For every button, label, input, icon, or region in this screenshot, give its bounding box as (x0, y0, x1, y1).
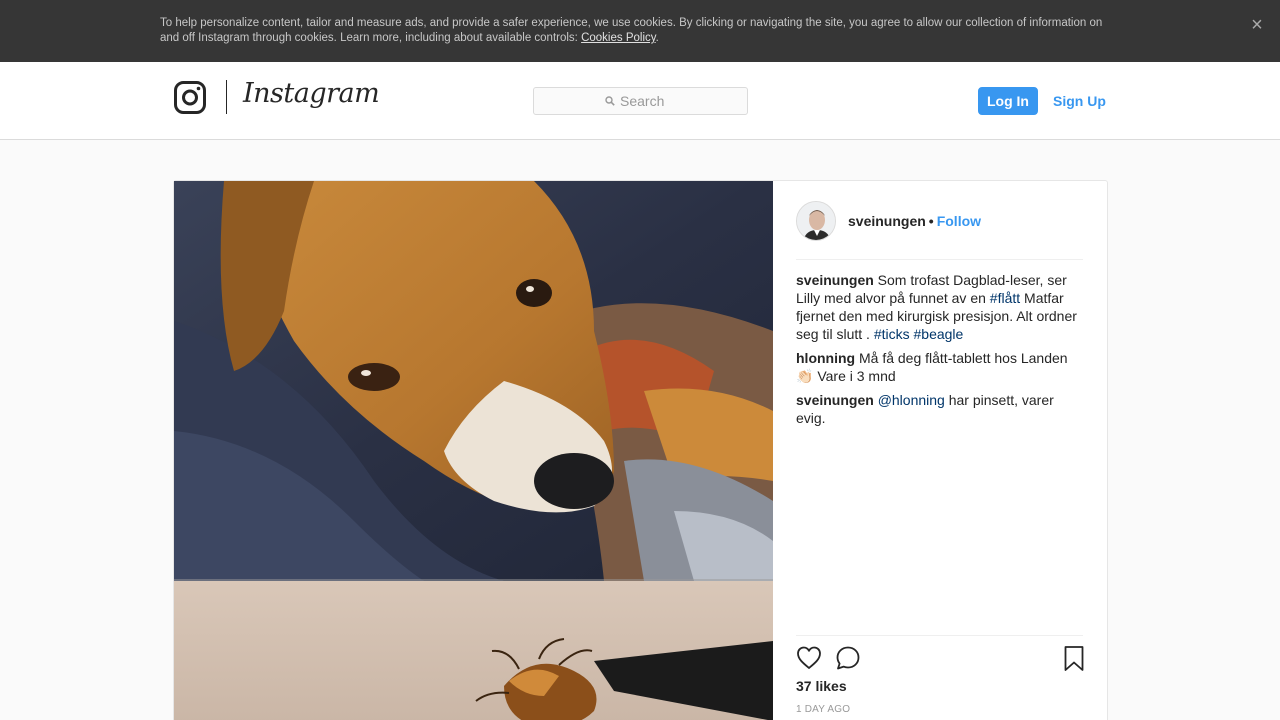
search-icon (605, 96, 615, 106)
hashtag-link[interactable]: #beagle (914, 326, 964, 342)
heart-icon[interactable] (796, 645, 822, 671)
post-card: sveinungen • Follow sveinungen Som trofast… (173, 180, 1108, 720)
top-navbar: Instagram Log In Sign Up (0, 62, 1280, 140)
cookie-text: To help personalize content, tailor and … (160, 16, 1120, 46)
beagle-photo-illustration (174, 181, 773, 720)
search-box[interactable] (533, 87, 748, 115)
post-timestamp[interactable]: 1 DAY AGO (796, 704, 850, 715)
avatar[interactable] (796, 201, 836, 241)
mention-link[interactable]: @hlonning (878, 392, 945, 408)
comment-item: sveinungen @hlonning har pinsett, varer … (796, 391, 1083, 427)
post-owner-row: sveinungen • Follow (848, 213, 981, 229)
login-button[interactable]: Log In (978, 87, 1038, 115)
separator-dot: • (928, 213, 934, 229)
caption: sveinungen Som trofast Dagblad-leser, se… (796, 271, 1083, 343)
hashtag-link[interactable]: #ticks (874, 326, 910, 342)
instagram-wordmark[interactable]: Instagram (243, 78, 380, 109)
actions-divider (796, 635, 1083, 636)
comment-username[interactable]: hlonning (796, 350, 855, 366)
close-icon[interactable]: × (1248, 15, 1266, 35)
caption-username[interactable]: sveinungen (796, 272, 874, 288)
comments-list: sveinungen Som trofast Dagblad-leser, se… (796, 271, 1083, 433)
post-photo[interactable] (174, 181, 773, 720)
owner-username[interactable]: sveinungen (848, 213, 926, 229)
comment-username[interactable]: sveinungen (796, 392, 874, 408)
cookies-policy-link[interactable]: Cookies Policy (581, 32, 656, 44)
bookmark-icon[interactable] (1061, 645, 1087, 671)
comment-icon[interactable] (835, 645, 861, 671)
instagram-camera-icon[interactable] (174, 81, 206, 114)
follow-button[interactable]: Follow (937, 213, 981, 229)
cookie-banner: To help personalize content, tailor and … (0, 0, 1280, 62)
header-divider (796, 259, 1083, 260)
search-input[interactable] (620, 88, 740, 114)
logo-divider (226, 80, 227, 114)
avatar-image (797, 202, 835, 240)
post-sidebar: sveinungen • Follow sveinungen Som trofast… (773, 181, 1108, 720)
hashtag-link[interactable]: #flått (990, 290, 1020, 306)
comment-item: hlonning Må få deg flått-tablett hos Lan… (796, 349, 1083, 385)
likes-count[interactable]: 37 likes (796, 678, 847, 694)
cookie-suffix: . (655, 32, 659, 44)
signup-link[interactable]: Sign Up (1053, 93, 1106, 109)
